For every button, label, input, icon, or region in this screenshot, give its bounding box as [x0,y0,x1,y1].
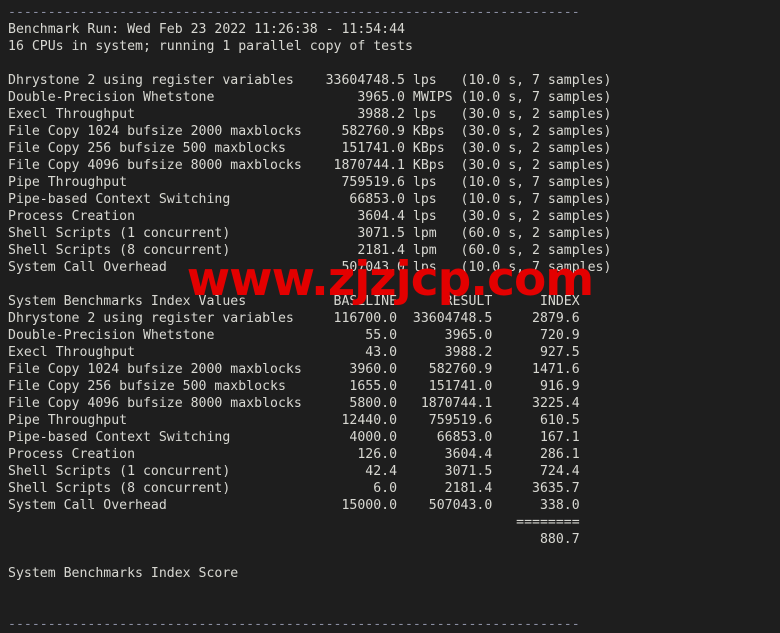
benchmark-result-row: Pipe Throughput 759519.6 lps (10.0 s, 7 … [8,175,612,190]
benchmark-result-row: Dhrystone 2 using register variables 336… [8,73,612,88]
benchmark-result-row: Execl Throughput 3988.2 lps (30.0 s, 2 s… [8,107,612,122]
index-table-rows: Dhrystone 2 using register variables 116… [8,310,780,514]
benchmark-result-row: File Copy 4096 bufsize 8000 maxblocks 18… [8,158,612,173]
index-table-row: Dhrystone 2 using register variables 116… [8,311,580,326]
benchmark-result-row: File Copy 1024 bufsize 2000 maxblocks 58… [8,124,612,139]
index-table-row: System Call Overhead 15000.0 507043.0 33… [8,498,580,513]
index-table-row: Execl Throughput 43.0 3988.2 927.5 [8,345,580,360]
index-table-row: Pipe-based Context Switching 4000.0 6685… [8,430,580,445]
index-table-row: File Copy 256 bufsize 500 maxblocks 1655… [8,379,580,394]
benchmark-result-row: System Call Overhead 507043.0 lps (10.0 … [8,260,612,275]
benchmark-result-row: Shell Scripts (1 concurrent) 3071.5 lpm … [8,226,612,241]
index-table-row: File Copy 1024 bufsize 2000 maxblocks 39… [8,362,580,377]
benchmark-result-row: Pipe-based Context Switching 66853.0 lps… [8,192,612,207]
cpu-info-line: 16 CPUs in system; running 1 parallel co… [8,39,413,54]
benchmark-result-row: Double-Precision Whetstone 3965.0 MWIPS … [8,90,612,105]
terminal-window: ----------------------------------------… [0,0,780,632]
index-table-row: Shell Scripts (1 concurrent) 42.4 3071.5… [8,464,580,479]
benchmark-result-row: Process Creation 3604.4 lps (30.0 s, 2 s… [8,209,612,224]
index-table-row: Pipe Throughput 12440.0 759519.6 610.5 [8,413,580,428]
separator-top: ----------------------------------------… [8,5,580,20]
index-table-row: File Copy 4096 bufsize 8000 maxblocks 58… [8,396,580,411]
index-total-rule: ======== [8,515,580,530]
benchmark-result-row: Shell Scripts (8 concurrent) 2181.4 lpm … [8,243,612,258]
index-score-label-row: System Benchmarks Index Score [8,566,239,581]
benchmark-result-row: File Copy 256 bufsize 500 maxblocks 1517… [8,141,612,156]
index-score-value-row: 880.7 [8,532,580,547]
index-table-header: System Benchmarks Index Values BASELINE … [8,294,580,309]
benchmark-results-block: Dhrystone 2 using register variables 336… [8,72,780,276]
separator-bottom: ----------------------------------------… [8,617,580,632]
index-table-row: Process Creation 126.0 3604.4 286.1 [8,447,580,462]
benchmark-run-line: Benchmark Run: Wed Feb 23 2022 11:26:38 … [8,22,405,37]
index-table-row: Double-Precision Whetstone 55.0 3965.0 7… [8,328,580,343]
index-table-row: Shell Scripts (8 concurrent) 6.0 2181.4 … [8,481,580,496]
